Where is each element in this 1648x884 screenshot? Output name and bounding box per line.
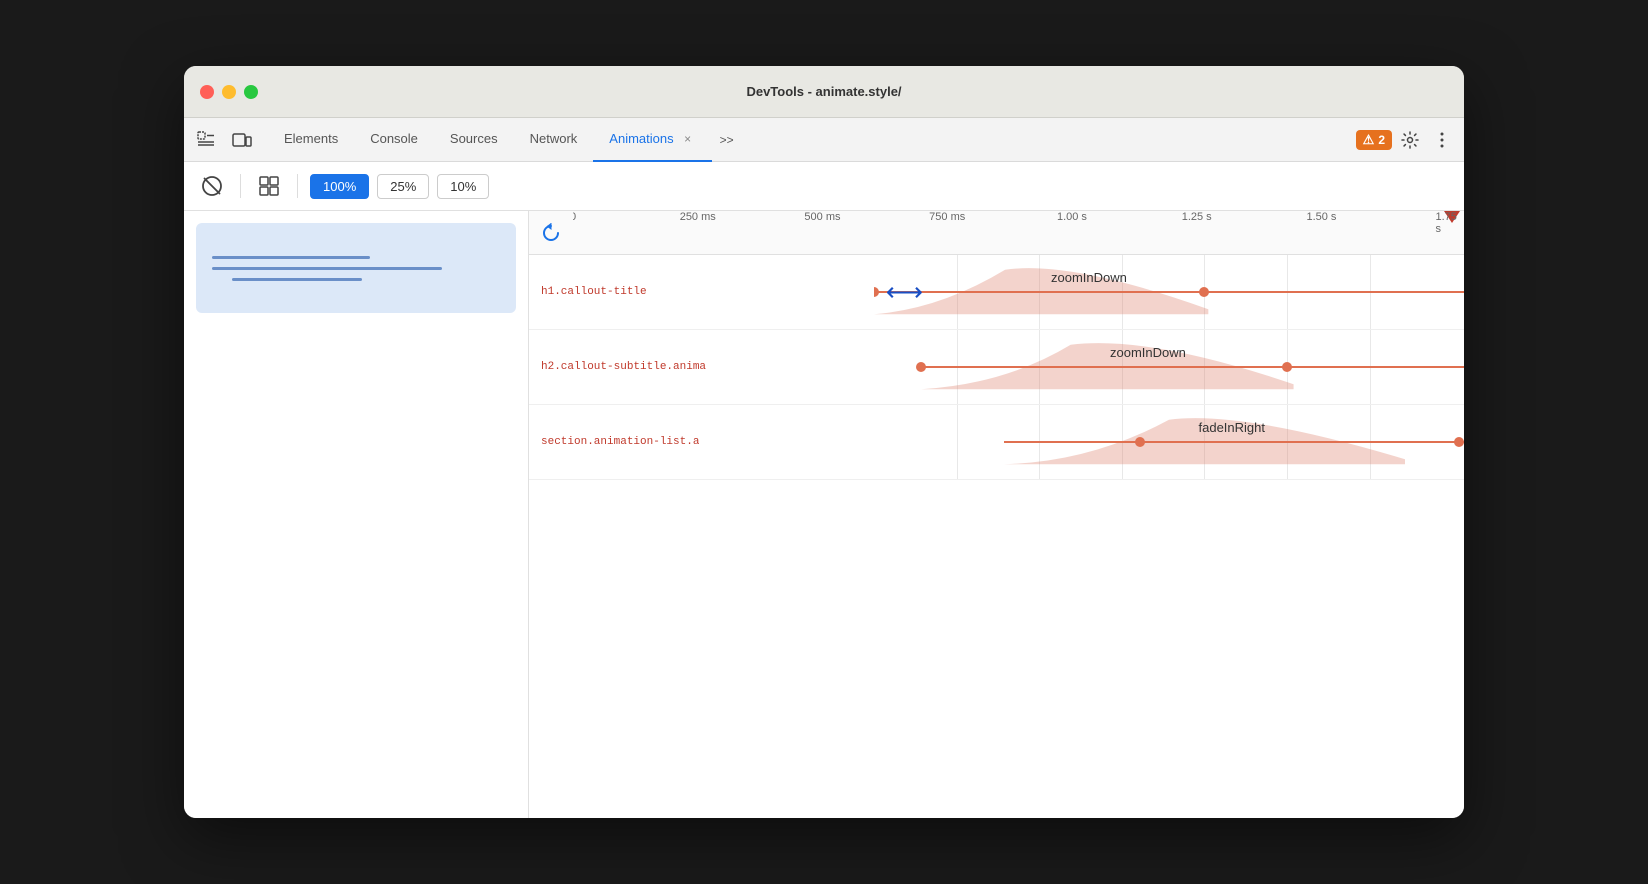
devtools-panel: Elements Console Sources Network Animati…: [184, 118, 1464, 818]
tab-network-label: Network: [530, 131, 578, 146]
speed-25-label: 25%: [390, 179, 416, 194]
warning-count: 2: [1378, 133, 1385, 147]
table-row: h2.callout-subtitle.anima: [529, 330, 1464, 405]
devtools-window: DevTools - animate.style/: [184, 66, 1464, 818]
minimize-button[interactable]: [222, 85, 236, 99]
tab-sources[interactable]: Sources: [434, 118, 514, 162]
animations-toolbar: 100% 25% 10%: [184, 162, 1464, 211]
grid-view-button[interactable]: [253, 170, 285, 202]
tick-1000: 1.00 s: [1057, 211, 1087, 223]
timeline-area: 0 250 ms 500 ms 750 ms 1.00 s 1.25 s 1.5…: [529, 211, 1464, 818]
table-row: h1.callout-title: [529, 255, 1464, 330]
warning-badge[interactable]: ⚠ 2: [1356, 130, 1392, 150]
window-controls: [200, 85, 258, 99]
drag-arrow: ⟷: [886, 277, 923, 308]
anim-line-2: [921, 366, 1464, 368]
tick-1750: 1.75 s: [1435, 211, 1456, 235]
preview-line-1: [212, 256, 370, 259]
replay-button[interactable]: [529, 211, 573, 255]
main-content: 0 250 ms 500 ms 750 ms 1.00 s 1.25 s 1.5…: [184, 211, 1464, 818]
tab-animations-close[interactable]: ×: [680, 131, 696, 147]
tab-elements[interactable]: Elements: [268, 118, 354, 162]
anim-dot-mid-3: [1135, 437, 1145, 447]
left-panel: [184, 211, 529, 818]
speed-100-button[interactable]: 100%: [310, 174, 369, 199]
anim-dot-mid-1: [1199, 287, 1209, 297]
animation-preview: [196, 223, 516, 313]
ruler-ticks: 0 250 ms 500 ms 750 ms 1.00 s 1.25 s 1.5…: [573, 211, 1464, 255]
anim-row-label-1[interactable]: h1.callout-title: [529, 286, 874, 298]
tick-0: 0: [573, 211, 576, 223]
devtools-icons: [192, 126, 256, 154]
tick-500: 500 ms: [804, 211, 840, 223]
anim-label-3: section.animation-list.a: [541, 436, 699, 448]
toolbar-divider-2: [297, 174, 298, 198]
animation-rows: h1.callout-title: [529, 255, 1464, 818]
tick-250: 250 ms: [680, 211, 716, 223]
anim-track-1: ⟷: [874, 255, 1464, 329]
settings-icon[interactable]: [1396, 126, 1424, 154]
speed-100-label: 100%: [323, 179, 356, 194]
anim-label-1: h1.callout-title: [541, 286, 647, 298]
maximize-button[interactable]: [244, 85, 258, 99]
anim-dot-end-3: [1454, 437, 1464, 447]
preview-line-3: [232, 278, 362, 281]
tick-1250: 1.25 s: [1182, 211, 1212, 223]
tab-more-button[interactable]: >>: [712, 118, 742, 162]
anim-row-label-2[interactable]: h2.callout-subtitle.anima: [529, 361, 874, 373]
anim-name-3: fadeInRight: [1199, 420, 1266, 435]
tab-bar-right: ⚠ 2: [1356, 126, 1456, 154]
anim-row-label-3[interactable]: section.animation-list.a: [529, 436, 874, 448]
toolbar-divider-1: [240, 174, 241, 198]
anim-dot-start-2: [916, 362, 926, 372]
time-ruler: 0 250 ms 500 ms 750 ms 1.00 s 1.25 s 1.5…: [529, 211, 1464, 255]
tab-bar: Elements Console Sources Network Animati…: [184, 118, 1464, 162]
tab-elements-label: Elements: [284, 131, 338, 146]
pause-button[interactable]: [196, 170, 228, 202]
anim-name-1: zoomInDown: [1051, 270, 1127, 285]
tick-750: 750 ms: [929, 211, 965, 223]
tick-1500: 1.50 s: [1306, 211, 1336, 223]
preview-lines: [212, 256, 500, 281]
warning-icon: ⚠: [1363, 132, 1375, 148]
tab-animations[interactable]: Animations ×: [593, 118, 711, 162]
window-title: DevTools - animate.style/: [746, 84, 901, 99]
anim-track-2: zoomInDown: [874, 330, 1464, 404]
anim-name-2: zoomInDown: [1110, 345, 1186, 360]
anim-line-3: [1004, 441, 1464, 443]
tab-console[interactable]: Console: [354, 118, 434, 162]
tab-sources-label: Sources: [450, 131, 498, 146]
anim-dot-mid-2: [1282, 362, 1292, 372]
inspector-icon[interactable]: [192, 126, 220, 154]
preview-line-2: [212, 267, 442, 270]
title-bar: DevTools - animate.style/: [184, 66, 1464, 118]
anim-track-3: fadeInRight: [874, 405, 1464, 479]
device-toggle-icon[interactable]: [228, 126, 256, 154]
tab-console-label: Console: [370, 131, 418, 146]
table-row: section.animation-list.a: [529, 405, 1464, 480]
more-options-icon[interactable]: [1428, 126, 1456, 154]
close-button[interactable]: [200, 85, 214, 99]
tab-network[interactable]: Network: [514, 118, 594, 162]
anim-line-1: [874, 291, 1464, 293]
speed-10-button[interactable]: 10%: [437, 174, 489, 199]
tab-animations-label: Animations: [609, 131, 673, 146]
speed-10-label: 10%: [450, 179, 476, 194]
speed-25-button[interactable]: 25%: [377, 174, 429, 199]
anim-label-2: h2.callout-subtitle.anima: [541, 361, 706, 373]
